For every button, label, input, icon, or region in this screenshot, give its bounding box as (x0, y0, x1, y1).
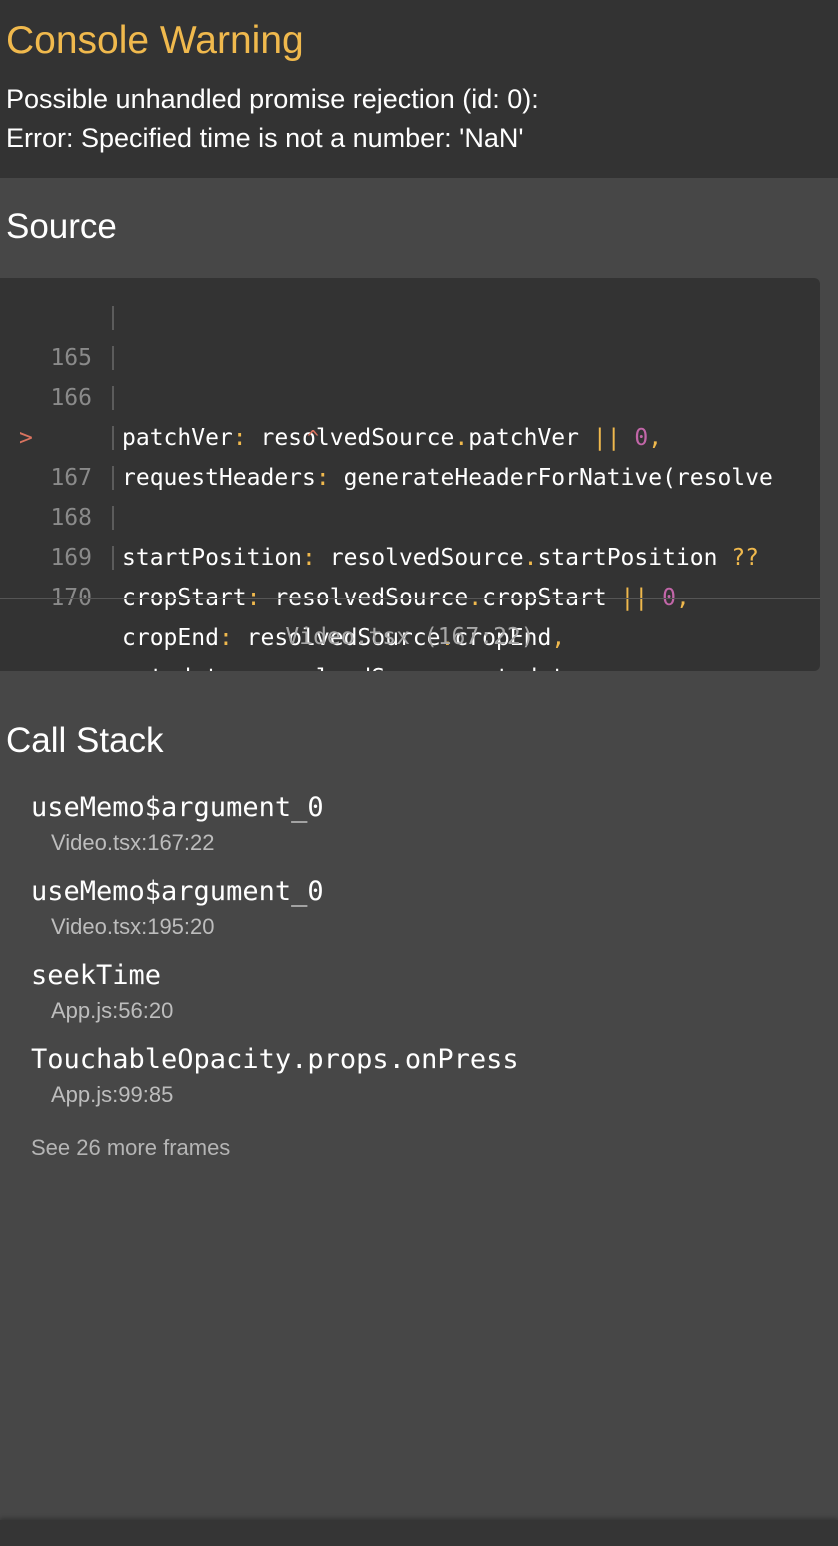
gutter-divider (112, 466, 114, 490)
code-line-165: 165 patchVer: resolvedSource.patchVer ||… (0, 298, 820, 451)
code-caret-line: ^ (0, 418, 820, 458)
stack-frame-location: App.js:56:20 (51, 998, 174, 1023)
stack-frame[interactable]: useMemo$argument_0 Video.tsx:195:20 (0, 875, 838, 951)
stack-frame-location: Video.tsx:195:20 (51, 914, 215, 939)
gutter-divider (112, 426, 114, 450)
stack-frame-location: Video.tsx:167:22 (51, 830, 215, 855)
error-caret: ^ (307, 426, 320, 450)
code-line-166: 166 requestHeaders: generateHeaderForNat… (0, 338, 820, 491)
gutter-divider (112, 346, 114, 370)
warning-message-line-1[interactable]: Possible unhandled promise rejection (id… (6, 82, 539, 116)
code-line-168: 168 cropStart: resolvedSource.cropStart … (0, 458, 820, 611)
stack-frame-function: useMemo$argument_0 (31, 876, 324, 907)
source-code-frame[interactable]: 165 patchVer: resolvedSource.patchVer ||… (0, 278, 820, 671)
stack-frame-function: seekTime (31, 960, 162, 991)
stack-frame[interactable]: TouchableOpacity.props.onPress App.js:99… (0, 1043, 838, 1119)
gutter-divider (112, 386, 114, 410)
code-footer-divider (0, 598, 820, 599)
call-stack-title: Call Stack (6, 721, 164, 760)
stack-frame[interactable]: useMemo$argument_0 Video.tsx:167:22 (0, 791, 838, 867)
warning-header: Console Warning Possible unhandled promi… (0, 0, 838, 178)
code-text: metadata: resolvedSource.metadata, (122, 658, 593, 671)
bottom-toolbar (0, 1520, 838, 1546)
warning-title: Console Warning (6, 19, 304, 62)
gutter-divider (112, 306, 114, 330)
stack-frame[interactable]: seekTime App.js:56:20 (0, 959, 838, 1035)
code-line-170: 170 metadata: resolvedSource.metadata, (0, 538, 820, 671)
source-section-title: Source (6, 207, 117, 246)
source-file-link[interactable]: Video.tsx (167:22) (0, 617, 820, 657)
gutter-divider (112, 546, 114, 570)
warning-message-line-2[interactable]: Error: Specified time is not a number: '… (6, 121, 524, 155)
see-more-frames-button[interactable]: See 26 more frames (31, 1134, 230, 1162)
code-line-169: 169 cropEnd: resolvedSource.cropEnd, (0, 498, 820, 651)
code-line-167: > 167 startPosition: resolvedSource.star… (0, 378, 820, 571)
stack-frame-function: useMemo$argument_0 (31, 792, 324, 823)
stack-frame-location: App.js:99:85 (51, 1082, 174, 1107)
gutter-divider (112, 506, 114, 530)
stack-frame-function: TouchableOpacity.props.onPress (31, 1044, 519, 1075)
